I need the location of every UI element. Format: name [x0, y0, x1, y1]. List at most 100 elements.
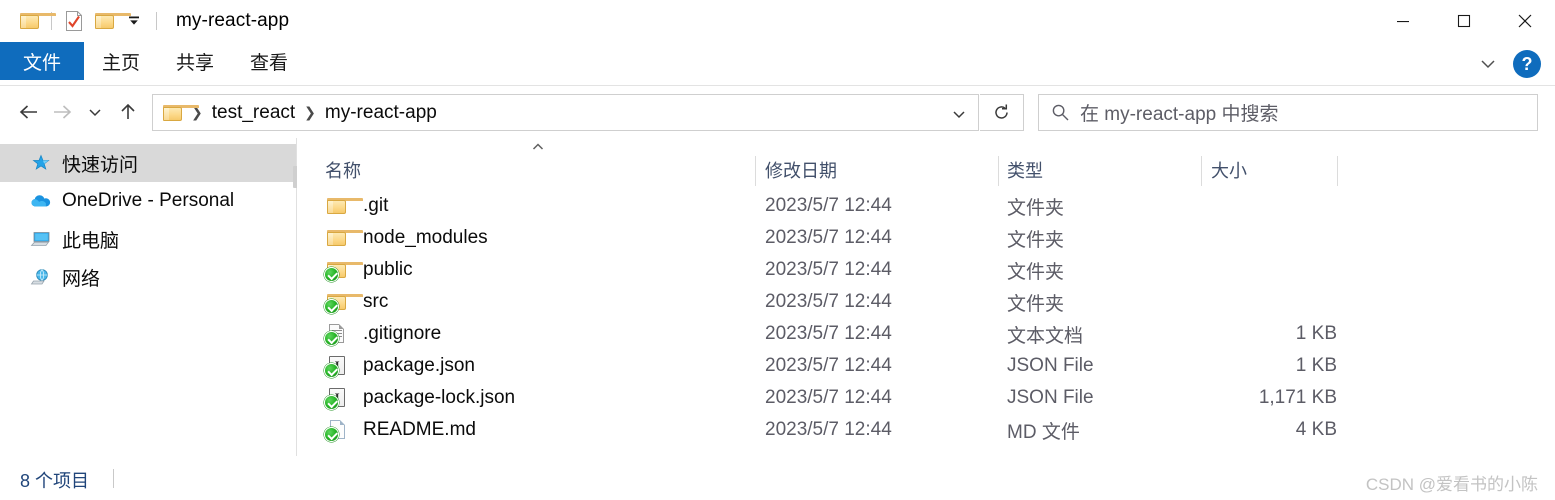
pin-star-icon	[30, 153, 52, 173]
navigation-buttons	[12, 86, 144, 138]
column-header-size[interactable]: 大小	[1211, 152, 1247, 188]
column-header-type[interactable]: 类型	[1007, 152, 1043, 188]
recent-locations-button[interactable]	[78, 95, 111, 129]
file-name: src	[363, 291, 389, 312]
column-divider-1[interactable]	[755, 156, 756, 186]
json-file-icon	[324, 387, 349, 410]
breadcrumb-folder-icon	[163, 104, 199, 121]
breadcrumb-dropdown-icon[interactable]	[940, 96, 977, 131]
tab-share[interactable]: 共享	[158, 42, 232, 80]
sidebar-item-onedrive[interactable]: OneDrive - Personal	[0, 182, 296, 220]
table-row[interactable]: README.md 2023/5/7 12:44 MD 文件 4 KB	[297, 414, 1555, 446]
column-divider-3[interactable]	[1201, 156, 1202, 186]
network-icon	[30, 267, 52, 287]
column-divider-2[interactable]	[998, 156, 999, 186]
json-file-icon	[324, 355, 349, 378]
onedrive-cloud-icon	[30, 191, 52, 211]
file-list-pane: 名称 修改日期 类型 大小 .git 2023/5/7 12:44 文件夹 no…	[297, 138, 1555, 456]
forward-button[interactable]	[45, 95, 78, 129]
file-name-cell: package-lock.json	[324, 382, 516, 414]
content-area: 快速访问 OneDrive - Personal 此电脑 网络 名称 修改日期 …	[0, 138, 1555, 456]
md-file-icon	[324, 419, 349, 442]
table-row[interactable]: package-lock.json 2023/5/7 12:44 JSON Fi…	[297, 382, 1555, 414]
sidebar-item-quick-access[interactable]: 快速访问	[0, 144, 296, 182]
window-title: my-react-app	[176, 10, 290, 31]
close-button[interactable]	[1494, 0, 1555, 42]
address-bar: ❯ test_react ❯ my-react-app 在 my-react-a…	[0, 86, 1555, 138]
file-type: 文件夹	[1007, 293, 1065, 315]
file-size: 1,171 KB	[1258, 387, 1337, 408]
sync-ok-icon	[324, 427, 339, 442]
refresh-button[interactable]	[980, 94, 1024, 131]
file-type: 文件夹	[1007, 197, 1065, 219]
customize-qat-icon[interactable]	[119, 8, 149, 34]
breadcrumb[interactable]: ❯ test_react ❯ my-react-app	[152, 94, 979, 131]
table-row[interactable]: package.json 2023/5/7 12:44 JSON File 1 …	[297, 350, 1555, 382]
sidebar-item-this-pc[interactable]: 此电脑	[0, 220, 296, 258]
table-row[interactable]: src 2023/5/7 12:44 文件夹	[297, 286, 1555, 318]
table-row[interactable]: node_modules 2023/5/7 12:44 文件夹	[297, 222, 1555, 254]
file-type: MD 文件	[1007, 421, 1080, 443]
navigation-pane: 快速访问 OneDrive - Personal 此电脑 网络	[0, 138, 296, 456]
tab-home[interactable]: 主页	[84, 42, 158, 80]
table-row[interactable]: .gitignore 2023/5/7 12:44 文本文档 1 KB	[297, 318, 1555, 350]
column-header-date[interactable]: 修改日期	[765, 152, 837, 188]
column-headers: 名称 修改日期 类型 大小	[297, 152, 1555, 188]
file-date: 2023/5/7 12:44	[765, 259, 892, 280]
file-name: .gitignore	[363, 323, 442, 344]
sidebar-item-label: OneDrive - Personal	[62, 190, 235, 211]
properties-icon[interactable]	[59, 8, 89, 34]
ribbon-tab-bar: 文件 主页 共享 查看 ?	[0, 42, 1555, 86]
file-explorer-window: my-react-app 文件 主页 共享 查看 ? ❯ test_react …	[0, 0, 1555, 500]
sidebar-item-network[interactable]: 网络	[0, 258, 296, 296]
sync-ok-icon	[324, 299, 339, 314]
file-name: package-lock.json	[363, 387, 516, 408]
file-size: 1 KB	[1295, 323, 1337, 344]
sidebar-item-label: 快速访问	[62, 154, 139, 176]
folder-icon	[325, 227, 363, 249]
table-row[interactable]: .git 2023/5/7 12:44 文件夹	[297, 190, 1555, 222]
file-date: 2023/5/7 12:44	[765, 323, 892, 344]
up-button[interactable]	[111, 95, 144, 129]
file-name-cell: public	[324, 254, 413, 286]
search-placeholder: 在 my-react-app 中搜索	[1080, 104, 1279, 125]
search-icon	[1051, 103, 1070, 122]
file-name-cell: package.json	[324, 350, 475, 382]
file-size	[1157, 254, 1337, 286]
file-name-cell: README.md	[324, 414, 476, 446]
sidebar-item-label: 网络	[62, 268, 101, 290]
watermark-label: CSDN @爱看书的小陈	[1365, 475, 1538, 494]
chevron-down-icon[interactable]	[1477, 53, 1499, 75]
minimize-button[interactable]	[1372, 0, 1433, 42]
new-folder-icon[interactable]	[89, 8, 131, 34]
file-size: 1 KB	[1295, 355, 1337, 376]
column-header-name[interactable]: 名称	[325, 152, 361, 188]
tab-file[interactable]: 文件	[0, 42, 84, 80]
search-input[interactable]: 在 my-react-app 中搜索	[1038, 94, 1538, 131]
status-bar: 8 个项目 CSDN @爱看书的小陈	[0, 456, 1555, 500]
file-size	[1157, 286, 1337, 318]
sort-ascending-icon	[530, 140, 546, 152]
window-controls	[1372, 0, 1555, 42]
item-count-label: 8 个项目	[20, 471, 90, 491]
breadcrumb-item-my-react-app[interactable]: my-react-app	[325, 102, 437, 124]
file-size	[1157, 222, 1337, 254]
breadcrumb-separator-2[interactable]: ❯	[304, 104, 316, 121]
this-pc-icon	[30, 229, 52, 249]
breadcrumb-item-test-react[interactable]: test_react	[212, 102, 295, 124]
column-divider-4[interactable]	[1337, 156, 1338, 186]
file-date: 2023/5/7 12:44	[765, 355, 892, 376]
table-row[interactable]: public 2023/5/7 12:44 文件夹	[297, 254, 1555, 286]
file-size: 4 KB	[1295, 419, 1337, 440]
help-icon[interactable]: ?	[1513, 50, 1541, 78]
file-rows: .git 2023/5/7 12:44 文件夹 node_modules 202…	[297, 190, 1555, 446]
maximize-button[interactable]	[1433, 0, 1494, 42]
file-name: README.md	[363, 419, 476, 440]
file-type: 文本文档	[1007, 325, 1084, 347]
folder-icon[interactable]	[14, 8, 56, 34]
file-date: 2023/5/7 12:44	[765, 387, 892, 408]
tab-view[interactable]: 查看	[232, 42, 306, 80]
file-type: 文件夹	[1007, 261, 1065, 283]
back-button[interactable]	[12, 95, 45, 129]
folder-icon	[324, 291, 363, 314]
